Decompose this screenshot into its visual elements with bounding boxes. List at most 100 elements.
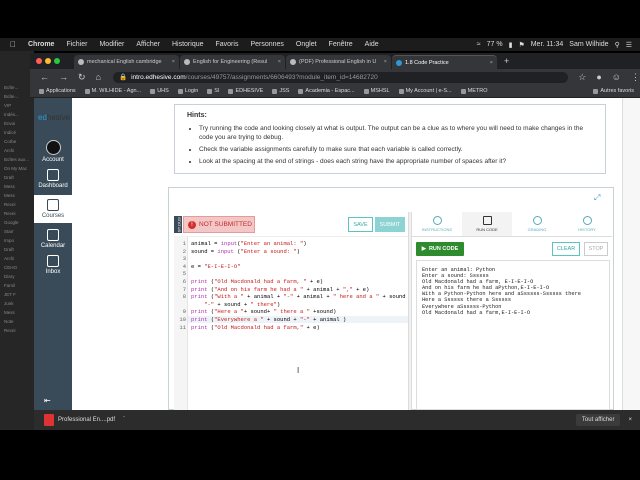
menu-personnes[interactable]: Personnes	[250, 41, 283, 48]
fullscreen-icon[interactable]: ⤢	[594, 193, 600, 203]
bookmark-uhs[interactable]: UHS	[150, 88, 169, 94]
new-tab-icon[interactable]: +	[504, 56, 509, 66]
menu-chrome[interactable]: Chrome	[28, 41, 54, 48]
edhesive-logo[interactable]: edhesive	[38, 113, 70, 122]
show-all-button[interactable]: Tout afficher	[575, 414, 621, 426]
url-field[interactable]: 🔒 intro.edhesive.com/courses/49757/assig…	[112, 71, 569, 83]
nav-account[interactable]: Account	[34, 140, 72, 163]
menu-afficher[interactable]: Afficher	[136, 41, 160, 48]
user-name[interactable]: Sam Wilhide	[569, 41, 608, 48]
apple-icon[interactable]: 	[10, 40, 16, 49]
code-line[interactable]: print ("With a " + animal + "-" + animal…	[191, 293, 412, 300]
tab-close-icon[interactable]: ×	[490, 60, 493, 66]
close-window-icon[interactable]	[36, 58, 42, 64]
code-line[interactable]: print ("And on his farm he had a " + ani…	[191, 286, 369, 293]
code-line[interactable]: "-" + sound + " there")	[191, 301, 280, 308]
bookmark-metro[interactable]: METRO	[460, 88, 488, 94]
tab-close-icon[interactable]: ×	[172, 59, 175, 65]
run-code-button[interactable]: ▶ RUN CODE	[416, 242, 464, 256]
pane-divider[interactable]	[408, 212, 412, 410]
tab-run-code[interactable]: RUN CODE	[462, 212, 512, 236]
mail-folder-item[interactable]: Google	[4, 220, 34, 225]
bookmark-wilhide[interactable]: M. WILHIDE - Agn...	[84, 88, 141, 94]
menu-list-icon[interactable]: ☰	[626, 41, 632, 49]
nav-calendar[interactable]: Calendar	[34, 229, 72, 249]
code-line[interactable]: print ("Old Macdonald had a farm," + e)	[191, 324, 320, 331]
bookmark-academia[interactable]: Academia - Espac...	[298, 88, 355, 94]
back-icon[interactable]: ←	[40, 72, 49, 82]
wifi-icon[interactable]: ≈	[477, 41, 481, 48]
tab-professional-english-pdf[interactable]: (PDF) Professional English in U ×	[286, 55, 391, 69]
tab-history[interactable]: HISTORY	[562, 212, 612, 236]
tab-close-icon[interactable]: ×	[278, 59, 281, 65]
mail-folder-item[interactable]: Famil	[4, 283, 34, 288]
menu-historique[interactable]: Historique	[172, 41, 204, 48]
code-line[interactable]: print ("Here a "+ sound+ " there a " +so…	[191, 308, 336, 315]
mail-folder-item[interactable]: Recei	[4, 202, 34, 207]
bookmark-mshsl[interactable]: MSHSL	[363, 88, 390, 94]
mail-folder-item[interactable]: Diary	[4, 274, 34, 279]
search-icon[interactable]: ⚲	[615, 41, 620, 49]
code-line[interactable]: sound = input ("Enter a sound: ")	[191, 248, 300, 255]
mail-folder-item[interactable]: Archi	[4, 256, 34, 261]
forward-icon[interactable]: →	[59, 72, 68, 82]
code-line[interactable]: animal = input("Enter an animal: ")	[191, 240, 307, 247]
mail-folder-item[interactable]: Indicé	[4, 130, 34, 135]
bookmark-si[interactable]: SI	[207, 88, 219, 94]
save-button[interactable]: SAVE	[348, 217, 373, 232]
mail-folder-item[interactable]: Recei	[4, 211, 34, 216]
nav-inbox[interactable]: Inbox	[34, 255, 72, 275]
code-line[interactable]: print ("Everywhere a " + sound + "-" + a…	[191, 316, 346, 323]
stop-button[interactable]: STOP	[584, 242, 608, 256]
bookmark-my-account[interactable]: My Account | e-S...	[398, 88, 452, 94]
nav-dashboard[interactable]: Dashboard	[34, 169, 72, 189]
mail-folder-item[interactable]: Impo	[4, 238, 34, 243]
mail-folder-item[interactable]: Boîte...	[4, 85, 34, 90]
minimize-window-icon[interactable]	[45, 58, 51, 64]
mail-folder-item[interactable]: Draft	[4, 247, 34, 252]
battery-icon[interactable]: ▮	[509, 41, 513, 49]
mail-folder-item[interactable]: Recei	[4, 328, 34, 333]
submit-button[interactable]: SUBMIT	[375, 217, 405, 232]
menu-favoris[interactable]: Favoris	[216, 41, 239, 48]
clear-button[interactable]: CLEAR	[552, 242, 580, 256]
extension-icon[interactable]: ●	[596, 72, 601, 82]
tab-instructions[interactable]: INSTRUCTIONS	[412, 212, 462, 236]
mail-folder-item[interactable]: Mess	[4, 184, 34, 189]
tab-grading[interactable]: GRADING	[512, 212, 562, 236]
menu-fenetre[interactable]: Fenêtre	[329, 41, 353, 48]
mail-folder-item[interactable]: Mess	[4, 310, 34, 315]
close-icon[interactable]: ×	[628, 417, 632, 423]
mail-folder-item[interactable]: On My Mac	[4, 166, 34, 171]
clock[interactable]: Mer. 11:34	[531, 41, 564, 48]
code-line[interactable]: e = "E-I-E-I-O"	[191, 263, 241, 270]
star-icon[interactable]: ☆	[578, 72, 586, 83]
mail-folder-item[interactable]: Junk	[4, 301, 34, 306]
mail-folder-item[interactable]: Boîte...	[4, 94, 34, 99]
mail-folder-item[interactable]: Envoi	[4, 121, 34, 126]
bookmark-other-favorites[interactable]: Autres favoris	[593, 88, 634, 94]
mail-folder-item[interactable]: Note	[4, 319, 34, 324]
collapse-nav-icon[interactable]: ⇤	[44, 396, 51, 405]
mail-folder-item[interactable]: Corbe	[4, 139, 34, 144]
console-output[interactable]: Enter an animal: Python Enter a sound: S…	[416, 260, 610, 410]
chevron-up-icon[interactable]: ˆ	[123, 417, 125, 423]
mail-folder-item[interactable]: CEHO	[4, 265, 34, 270]
tab-english-engineering[interactable]: English for Engineering (Resul ×	[180, 55, 285, 69]
menu-modifier[interactable]: Modifier	[99, 41, 124, 48]
tab-code-practice[interactable]: 1.8 Code Practice ×	[392, 55, 497, 69]
mail-folder-item[interactable]: Starr	[4, 229, 34, 234]
home-icon[interactable]: ⌂	[96, 72, 101, 82]
code-line[interactable]: print ("Old Macdonald had a farm, " + e)	[191, 278, 323, 285]
tab-close-icon[interactable]: ×	[384, 59, 387, 65]
menu-fichier[interactable]: Fichier	[66, 41, 87, 48]
flag-icon[interactable]: ⚑	[518, 41, 524, 49]
mail-folder-item[interactable]: Archi	[4, 148, 34, 153]
mail-folder-item[interactable]: Boîtes aux...	[4, 157, 34, 162]
menu-aide[interactable]: Aide	[365, 41, 379, 48]
bookmark-login[interactable]: Login	[177, 88, 198, 94]
mail-folder-item[interactable]: Indés...	[4, 112, 34, 117]
bookmark-applications[interactable]: Applications	[39, 88, 76, 94]
battery-text[interactable]: 77 %	[487, 41, 503, 48]
tab-mechanical-english[interactable]: mechanical English cambridge ×	[74, 55, 179, 69]
